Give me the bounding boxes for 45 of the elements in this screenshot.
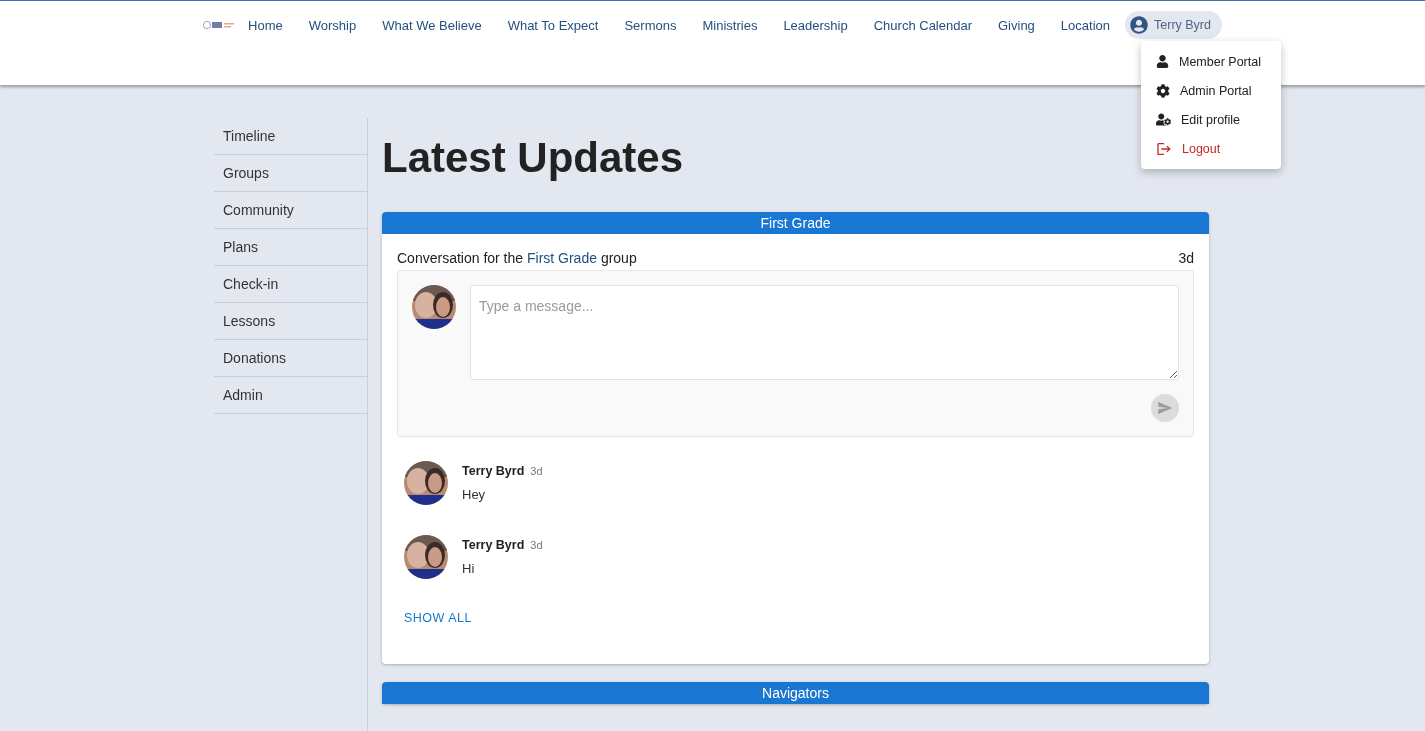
- sidebar-item[interactable]: Community: [214, 192, 367, 229]
- account-icon: [1130, 16, 1148, 34]
- card-header: First Grade: [382, 212, 1209, 234]
- sidebar-item[interactable]: Groups: [214, 155, 367, 192]
- nav-link[interactable]: Church Calendar: [860, 17, 985, 33]
- sidebar-item[interactable]: Donations: [214, 340, 367, 377]
- nav-link[interactable]: Leadership: [770, 17, 861, 33]
- nav-link[interactable]: Location: [1047, 17, 1123, 33]
- menu-item[interactable]: Logout: [1141, 134, 1281, 163]
- conversation-intro: Conversation for the First Grade group: [397, 250, 637, 266]
- page-title: Latest Updates: [382, 134, 684, 182]
- nav-link[interactable]: Home: [235, 17, 296, 33]
- menu-item[interactable]: Member Portal: [1141, 47, 1281, 76]
- sidebar-item[interactable]: Timeline: [214, 118, 367, 155]
- settings-icon: [1156, 83, 1170, 98]
- nav-link[interactable]: What We Believe: [369, 17, 495, 33]
- nav-link[interactable]: Sermons: [611, 17, 690, 33]
- user-gear-icon: [1156, 112, 1171, 127]
- sidebar-item[interactable]: Lessons: [214, 303, 367, 340]
- nav-link[interactable]: Giving: [985, 17, 1048, 33]
- sidebar-item[interactable]: Admin: [214, 377, 367, 414]
- timestamp: 3d: [530, 539, 543, 551]
- sidebar-item[interactable]: Check-in: [214, 266, 367, 303]
- timestamp: 3d: [1178, 250, 1194, 266]
- show-all-link[interactable]: SHOW ALL: [404, 611, 472, 625]
- menu-item[interactable]: Admin Portal: [1141, 76, 1281, 105]
- menu-item[interactable]: Edit profile: [1141, 105, 1281, 134]
- message-text: Hi: [462, 561, 476, 576]
- card-header: Navigators: [382, 682, 1209, 704]
- message-field[interactable]: Type a message...: [470, 285, 1179, 380]
- send-button[interactable]: [1151, 394, 1179, 422]
- author-name: Terry Byrd: [462, 538, 525, 552]
- logo-icon[interactable]: [203, 20, 236, 30]
- send-icon: [1157, 400, 1173, 416]
- nav-link[interactable]: What To Expect: [494, 17, 612, 33]
- group-link[interactable]: First Grade: [526, 250, 597, 266]
- sidebar-item[interactable]: Plans: [214, 229, 367, 266]
- author-name: Terry Byrd: [462, 464, 525, 478]
- message-text: Hey: [462, 487, 487, 502]
- nav-link[interactable]: Ministries: [689, 17, 771, 33]
- timestamp: 3d: [530, 465, 543, 477]
- person-icon: [1156, 55, 1169, 68]
- logout-icon: [1156, 140, 1172, 157]
- nav-link[interactable]: Worship: [295, 17, 370, 33]
- user-menu-button[interactable]: Terry Byrd: [1125, 11, 1222, 39]
